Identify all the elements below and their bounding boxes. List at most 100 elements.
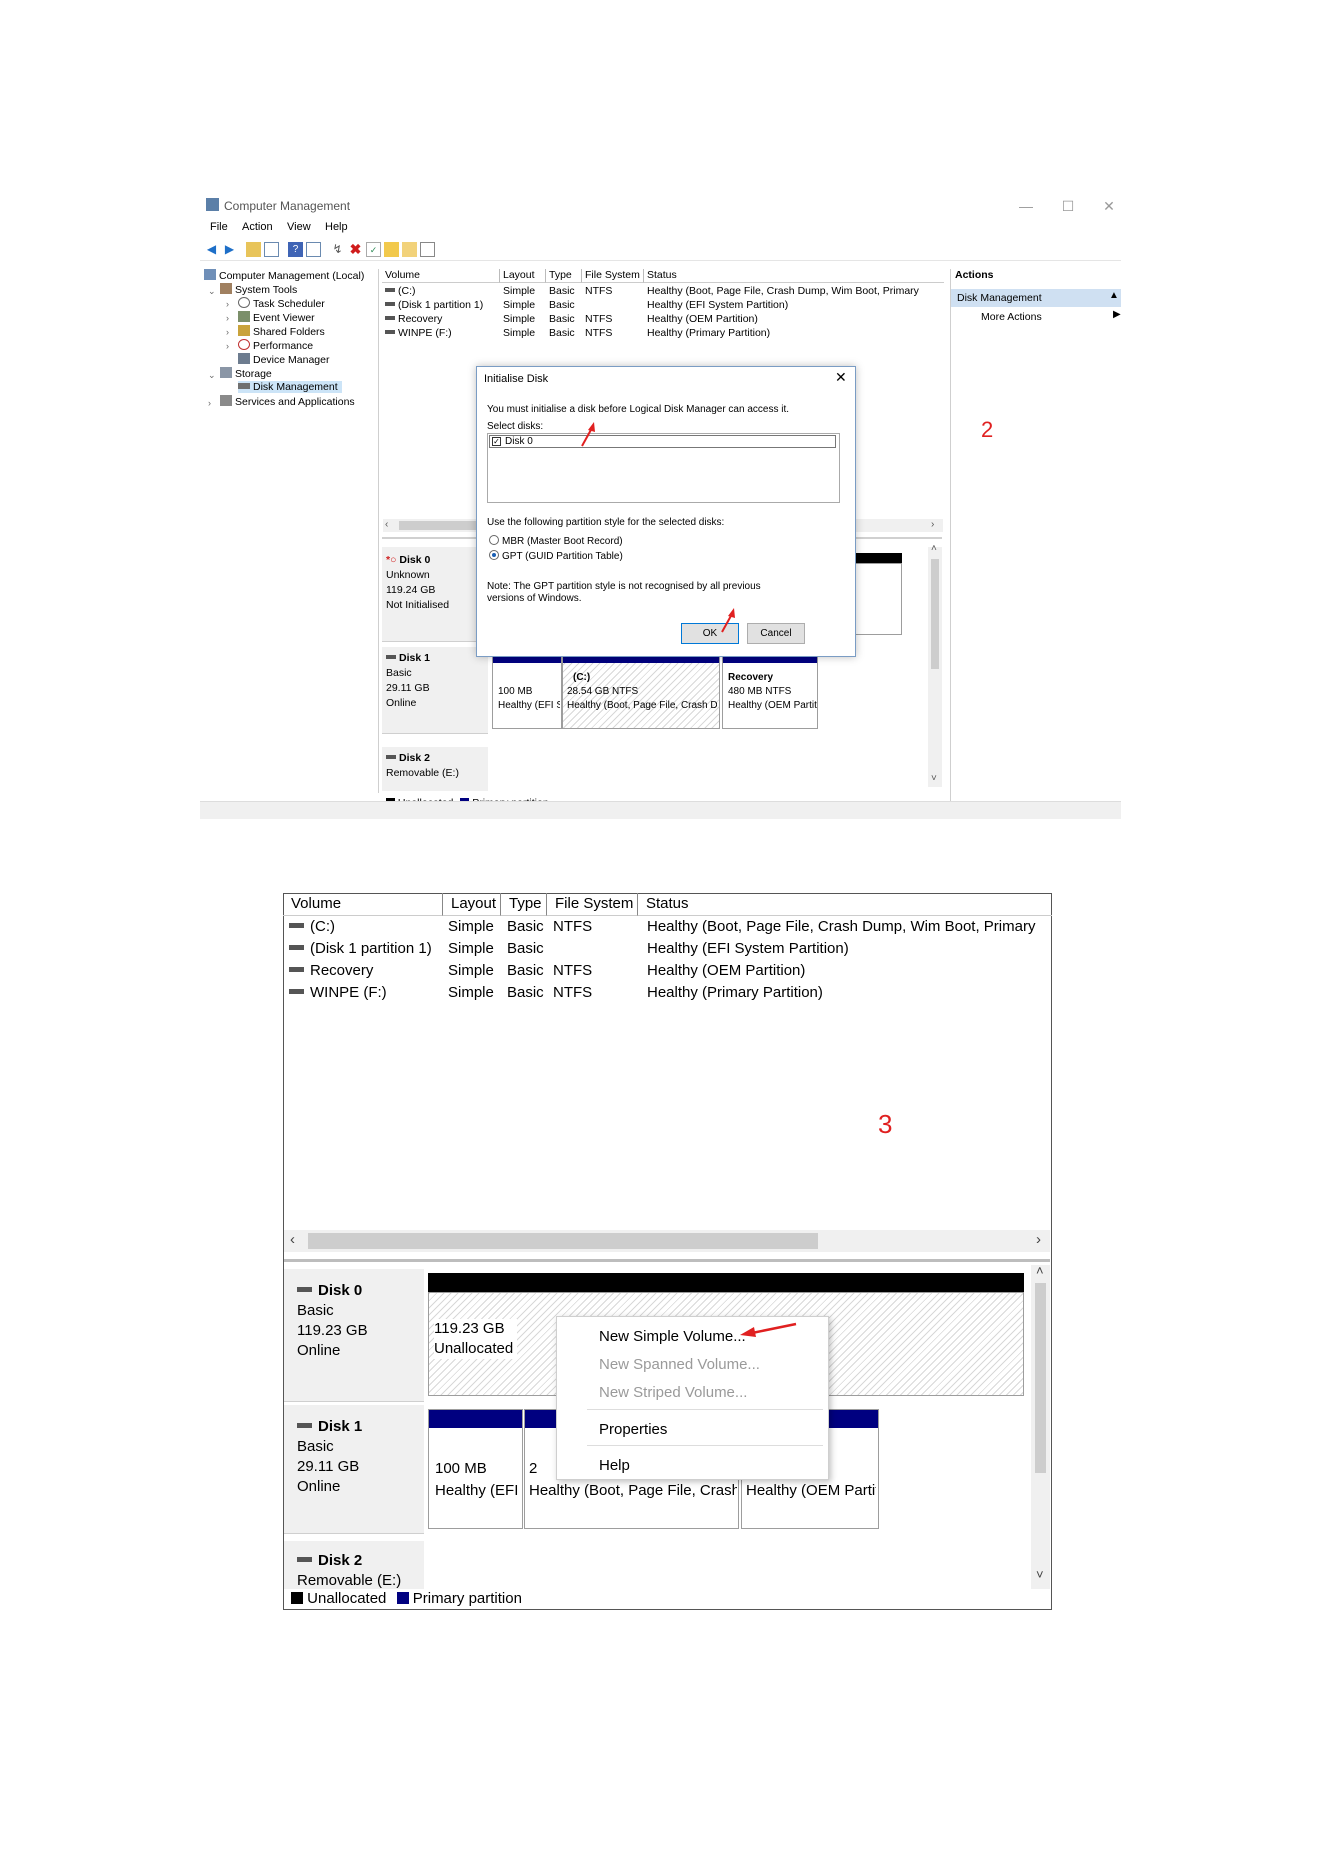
help-icon[interactable]: ? <box>288 242 303 257</box>
search-folder-icon[interactable] <box>402 242 417 257</box>
scrollbar-thumb[interactable] <box>1035 1283 1046 1473</box>
mbr-radio[interactable]: MBR (Master Boot Record) <box>489 535 623 547</box>
actions-more-actions[interactable]: More Actions ▶ <box>951 309 1121 325</box>
disk-icon <box>297 1287 312 1292</box>
tree-item-disk-management[interactable]: Disk Management <box>238 381 342 393</box>
up-folder-icon[interactable] <box>246 242 261 257</box>
column-header-type[interactable]: Type <box>501 893 547 916</box>
scroll-up-icon[interactable]: ˄ <box>1036 1263 1044 1278</box>
scroll-down-icon[interactable]: ˅ <box>931 773 937 784</box>
gpt-radio[interactable]: GPT (GUID Partition Table) <box>489 550 623 562</box>
menu-item-new-spanned-volume[interactable]: New Spanned Volume... <box>599 1356 760 1373</box>
cancel-button[interactable]: Cancel <box>747 623 805 644</box>
column-header-layout[interactable]: Layout <box>443 893 501 916</box>
actions-disk-management[interactable]: Disk Management ▲ <box>951 289 1121 307</box>
menu-action[interactable]: Action <box>242 221 273 233</box>
disk-2-info[interactable]: Disk 2 Removable (E:) <box>284 1541 424 1589</box>
chevron-right-icon[interactable]: › <box>226 299 229 309</box>
partition-efi[interactable]: 100 MB Healthy (EFI S <box>492 649 562 729</box>
view-icon[interactable] <box>306 242 321 257</box>
toolbar: ◀ ▶ ? ↯ ✖ ✓ <box>200 240 1121 261</box>
volume-icon <box>289 967 304 972</box>
disk-select-list[interactable]: ✓ Disk 0 <box>487 433 840 503</box>
column-header-status[interactable]: Status <box>638 893 1052 916</box>
column-header-volume[interactable]: Volume <box>283 893 443 916</box>
checklist-icon[interactable]: ✓ <box>366 242 381 257</box>
tree-item-computer-management[interactable]: Computer Management (Local) <box>204 269 364 282</box>
vertical-scrollbar[interactable]: ˄ ˅ <box>928 543 942 787</box>
actions-header: Actions <box>955 269 994 281</box>
properties-icon[interactable] <box>420 242 435 257</box>
disk-checkbox[interactable]: ✓ <box>492 437 501 446</box>
tree-item-task-scheduler[interactable]: Task Scheduler <box>238 297 325 310</box>
menu-file[interactable]: File <box>210 221 228 233</box>
tree-item-services-and-applications[interactable]: Services and Applications <box>220 395 355 408</box>
partition-efi[interactable]: 100 MB Healthy (EFI S <box>428 1409 523 1529</box>
column-header-volume[interactable]: Volume <box>382 269 500 283</box>
maximize-button[interactable]: ☐ <box>1054 195 1082 217</box>
connect-icon[interactable]: ↯ <box>330 242 345 257</box>
scroll-right-icon[interactable]: › <box>931 519 934 530</box>
scroll-up-icon[interactable]: ˄ <box>931 543 937 554</box>
tree-item-device-manager[interactable]: Device Manager <box>238 353 329 366</box>
scroll-left-icon[interactable]: ‹ <box>290 1231 295 1248</box>
tree-item-event-viewer[interactable]: Event Viewer <box>238 311 315 324</box>
menu-help[interactable]: Help <box>325 221 348 233</box>
status-bar <box>200 801 1121 819</box>
disk-0-info[interactable]: *○ Disk 0 Unknown 119.24 GB Not Initiali… <box>382 547 488 642</box>
vertical-scrollbar[interactable]: ˄ ˅ <box>1031 1263 1050 1589</box>
show-hide-tree-icon[interactable] <box>264 242 279 257</box>
scroll-right-icon[interactable]: › <box>1036 1231 1041 1248</box>
menu-item-help[interactable]: Help <box>599 1457 630 1474</box>
disk-0-info[interactable]: Disk 0 Basic 119.23 GB Online <box>284 1269 424 1402</box>
disk-list-item[interactable]: ✓ Disk 0 <box>489 435 836 448</box>
disk-1-info[interactable]: Disk 1 Basic 29.11 GB Online <box>284 1405 424 1534</box>
horizontal-scrollbar[interactable]: ‹ › <box>284 1230 1050 1252</box>
volume-icon <box>385 288 395 292</box>
folder-icon[interactable] <box>384 242 399 257</box>
tree-item-system-tools[interactable]: System Tools <box>220 283 297 296</box>
disk-2-info[interactable]: Disk 2 Removable (E:) <box>382 747 488 791</box>
column-header-file-system[interactable]: File System <box>582 269 644 283</box>
performance-icon <box>238 339 250 350</box>
delete-icon[interactable]: ✖ <box>348 242 363 257</box>
tree-item-performance[interactable]: Performance <box>238 339 313 352</box>
tree-item-shared-folders[interactable]: Shared Folders <box>238 325 325 338</box>
expand-arrow-icon[interactable]: ⌄ <box>208 286 216 297</box>
disk-management-zoomed: Volume Layout Type File System Status (C… <box>283 893 1052 1610</box>
pane-splitter[interactable] <box>284 1259 1050 1262</box>
chevron-right-icon[interactable]: › <box>226 341 229 351</box>
menu-view[interactable]: View <box>287 221 311 233</box>
dialog-close-icon[interactable]: ✕ <box>835 369 847 386</box>
column-header-type[interactable]: Type <box>546 269 582 283</box>
expand-arrow-icon[interactable]: ⌄ <box>208 370 216 381</box>
column-header-file-system[interactable]: File System <box>547 893 638 916</box>
scroll-left-icon[interactable]: ‹ <box>385 519 388 530</box>
collapse-up-icon[interactable]: ▲ <box>1109 290 1119 301</box>
forward-icon[interactable]: ▶ <box>222 242 237 257</box>
partition-c[interactable]: (C:) 28.54 GB NTFS Healthy (Boot, Page F… <box>562 649 720 729</box>
chevron-right-icon[interactable]: › <box>226 327 229 337</box>
chevron-right-icon[interactable]: › <box>226 313 229 323</box>
annotation-arrow-icon <box>721 608 735 633</box>
shared-folder-icon <box>238 325 250 336</box>
tree-item-storage[interactable]: Storage <box>220 367 272 380</box>
volume-icon <box>289 923 304 928</box>
scroll-down-icon[interactable]: ˅ <box>1036 1567 1044 1582</box>
partition-recovery[interactable]: Recovery 480 MB NTFS Healthy (OEM Partit <box>722 649 818 729</box>
menu-item-new-simple-volume[interactable]: New Simple Volume... <box>599 1328 746 1345</box>
disk-1-info[interactable]: Disk 1 Basic 29.11 GB Online <box>382 647 488 734</box>
back-icon[interactable]: ◀ <box>204 242 219 257</box>
close-button[interactable]: ✕ <box>1095 195 1121 217</box>
column-header-layout[interactable]: Layout <box>500 269 546 283</box>
scrollbar-thumb[interactable] <box>931 559 939 669</box>
chevron-right-icon[interactable]: › <box>208 398 211 408</box>
menu-item-new-striped-volume[interactable]: New Striped Volume... <box>599 1384 747 1401</box>
column-header-status[interactable]: Status <box>644 269 944 283</box>
volume-icon <box>385 302 395 306</box>
device-manager-icon <box>238 353 250 364</box>
scrollbar-thumb[interactable] <box>308 1233 818 1249</box>
menu-item-properties[interactable]: Properties <box>599 1421 667 1438</box>
minimize-button[interactable]: — <box>1012 195 1040 217</box>
radio-selected-icon <box>489 550 499 560</box>
